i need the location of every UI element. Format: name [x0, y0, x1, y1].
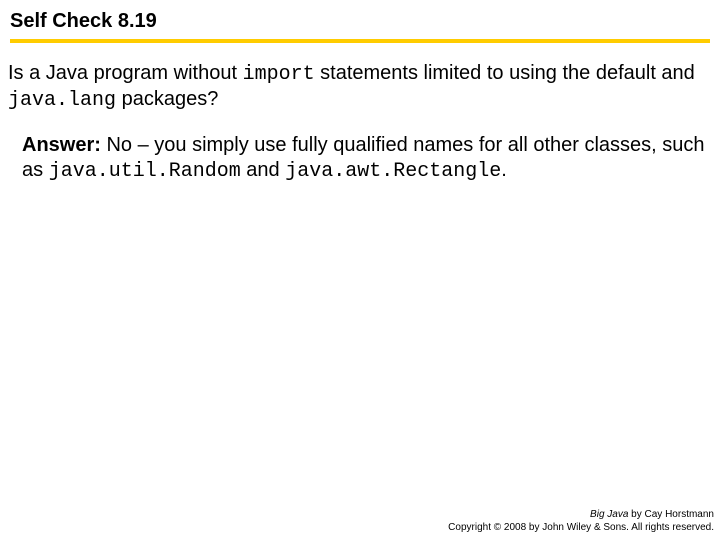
question-part-1: Is a Java program without: [8, 62, 243, 84]
code-java-util-random: java.util.Random: [49, 160, 241, 183]
question-part-3: packages?: [116, 88, 218, 110]
answer-part-3: .: [501, 159, 507, 181]
answer-label: Answer:: [22, 134, 101, 156]
code-import: import: [243, 63, 315, 86]
header: Self Check 8.19: [0, 0, 720, 43]
question-text: Is a Java program without import stateme…: [0, 43, 720, 113]
book-title: Big Java: [590, 509, 628, 520]
code-java-lang: java.lang: [8, 89, 116, 112]
answer-text: Answer: No – you simply use fully qualif…: [0, 113, 720, 184]
question-part-2: statements limited to using the default …: [315, 62, 695, 84]
copyright: Copyright © 2008 by John Wiley & Sons. A…: [448, 522, 714, 535]
slide: Self Check 8.19 Is a Java program withou…: [0, 0, 720, 540]
footer: Big Java by Cay Horstmann Copyright © 20…: [448, 509, 714, 534]
answer-part-2: and: [241, 159, 285, 181]
footer-line-1: Big Java by Cay Horstmann: [448, 509, 714, 522]
slide-title: Self Check 8.19: [10, 10, 710, 39]
code-java-awt-rectangle: java.awt.Rectangle: [285, 160, 501, 183]
byline: by Cay Horstmann: [628, 509, 714, 520]
